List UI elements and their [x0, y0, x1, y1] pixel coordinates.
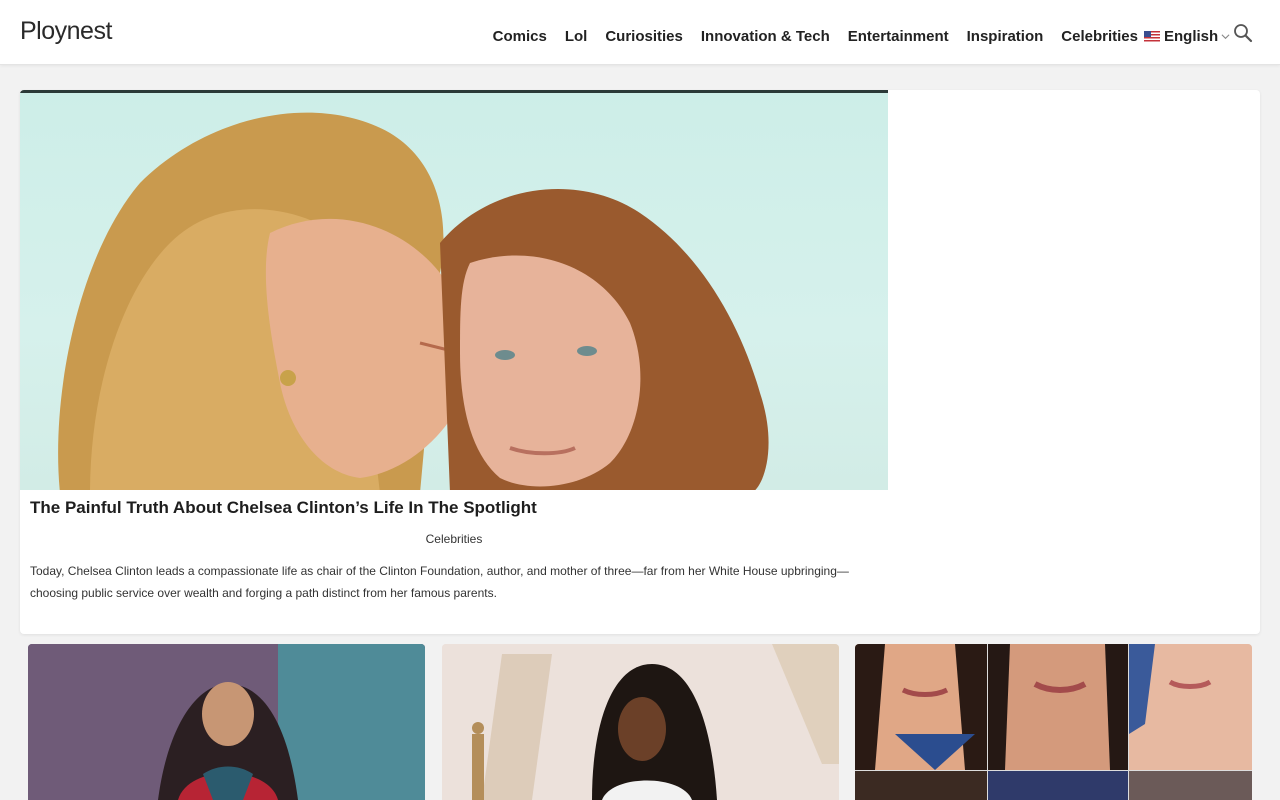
nav-item-celebrities[interactable]: Celebrities [1061, 28, 1138, 45]
featured-article-category[interactable]: Celebrities [20, 532, 888, 546]
thumbnail-photo-2 [442, 644, 839, 800]
thumbnail-photo-1 [28, 644, 425, 800]
language-label: English [1164, 28, 1219, 45]
article-thumbnail[interactable] [442, 644, 839, 800]
featured-article-description: Today, Chelsea Clinton leads a compassio… [30, 564, 849, 600]
nav-item-entertainment[interactable]: Entertainment [848, 28, 949, 45]
nav-item-innovation-tech[interactable]: Innovation & Tech [701, 28, 830, 45]
nav-item-curiosities[interactable]: Curiosities [605, 28, 683, 45]
article-thumbnail[interactable] [28, 644, 425, 800]
featured-photo [58, 112, 769, 490]
language-selector[interactable]: English [1144, 28, 1230, 45]
featured-article-image[interactable] [20, 90, 888, 490]
site-logo[interactable]: Ploynest [20, 17, 112, 46]
search-icon[interactable] [1233, 23, 1253, 43]
flag-us-icon [1144, 31, 1160, 42]
thumbnail-photo-3 [855, 644, 1252, 800]
nav-item-inspiration[interactable]: Inspiration [967, 28, 1044, 45]
featured-article-title[interactable]: The Painful Truth About Chelsea Clinton’… [30, 498, 537, 518]
chevron-down-icon [1221, 34, 1230, 40]
nav-item-lol[interactable]: Lol [565, 28, 588, 45]
featured-article-card[interactable]: The Painful Truth About Chelsea Clinton’… [20, 90, 1260, 634]
nav-item-comics[interactable]: Comics [493, 28, 547, 45]
site-header: Ploynest Comics Lol Curiosities Innovati… [0, 0, 1280, 65]
article-thumbnail[interactable] [855, 644, 1252, 800]
main-nav: Comics Lol Curiosities Innovation & Tech… [475, 28, 1138, 45]
